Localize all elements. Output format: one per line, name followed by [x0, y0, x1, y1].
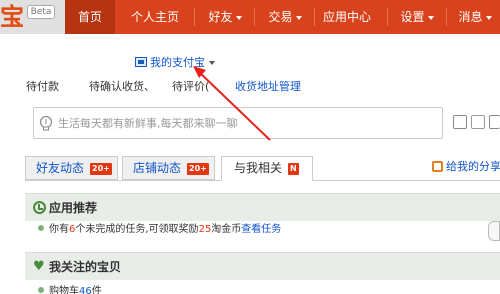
status-input-placeholder[interactable]: 生活每天都有新鲜事,每天都来聊一聊 [58, 117, 238, 131]
tab-related-to-me-label: 与我相关 [234, 161, 283, 175]
task-prefix: 你有 [49, 224, 69, 235]
pending-receipt-link[interactable]: 待确认收货、 [89, 80, 155, 94]
nav-messages[interactable]: 消息 [450, 0, 500, 34]
reward-amount: 25 [198, 224, 212, 235]
chevron-down-icon [235, 15, 242, 20]
nav-divider [446, 8, 447, 26]
nav-divider [254, 8, 255, 26]
taobao-logo[interactable]: 宝 [0, 0, 26, 34]
bullet-icon [38, 287, 44, 293]
followed-items-title: 我关注的宝贝 [49, 260, 122, 274]
nav-divider [194, 8, 195, 26]
nav-app-center-label: 应用中心 [322, 10, 371, 24]
friend-feed-count-badge: 20+ [90, 163, 112, 175]
chevron-down-icon [295, 15, 302, 20]
main-nav: 首页 个人主页 好友 交易 应用中心 设置 消息 [65, 0, 500, 34]
my-alipay-label: 我的支付宝 [150, 56, 205, 69]
shop-feed-count-badge: 20+ [187, 163, 209, 175]
related-new-badge: N [288, 163, 299, 175]
shared-with-me-link[interactable]: 给我的分享 [432, 159, 500, 175]
nav-app-center[interactable]: 应用中心 [317, 0, 377, 34]
view-tasks-link[interactable]: 查看任务 [241, 224, 281, 235]
cart-prefix: 购物车 [49, 286, 79, 294]
pending-payment-link[interactable]: 待付款 [26, 80, 59, 94]
share-icon [432, 161, 443, 172]
status-update-box[interactable]: 生活每天都有新鲜事,每天都来聊一聊 [33, 107, 443, 139]
reward-suffix: 淘金币 [211, 224, 242, 235]
nav-divider [314, 8, 315, 26]
nav-friends[interactable]: 好友 [198, 0, 252, 34]
chevron-down-icon [485, 15, 492, 20]
nav-trade[interactable]: 交易 [258, 0, 312, 34]
tab-shop-feed-label: 店铺动态 [133, 161, 182, 175]
annotation-arrow [193, 66, 271, 141]
media-icon[interactable] [453, 115, 467, 129]
shared-with-me-label: 给我的分享 [446, 160, 500, 173]
nav-friends-label: 好友 [208, 10, 233, 24]
cart-count[interactable]: 46 [79, 286, 92, 294]
followed-items-header: ♥ 我关注的宝贝 [25, 252, 500, 280]
lightbulb-icon [39, 115, 53, 131]
nav-messages-label: 消息 [458, 10, 483, 24]
tab-shop-feed[interactable]: 店铺动态 20+ [122, 156, 215, 180]
cart-summary: 购物车46件 [38, 285, 102, 294]
more-icon[interactable] [489, 115, 500, 129]
tab-friend-feed-label: 好友动态 [36, 161, 85, 175]
nav-settings-label: 设置 [400, 10, 425, 24]
gift-icon[interactable] [471, 115, 485, 129]
beta-badge: Beta [27, 5, 55, 19]
nav-divider [387, 8, 388, 26]
my-alipay-link[interactable]: 我的支付宝 [135, 56, 215, 70]
nav-home[interactable]: 首页 [65, 0, 115, 34]
task-middle: 个未完成的任务,可领取奖励 [75, 224, 199, 235]
side-scroll-handle[interactable] [488, 221, 500, 241]
tab-related-to-me[interactable]: 与我相关 N [221, 156, 313, 181]
heart-icon: ♥ [33, 259, 45, 274]
nav-profile-label: 个人主页 [130, 10, 179, 24]
chevron-down-icon [209, 61, 215, 65]
alipay-icon [135, 57, 147, 67]
bullet-icon [38, 225, 44, 231]
cart-suffix: 件 [91, 286, 102, 294]
nav-trade-label: 交易 [268, 10, 293, 24]
nav-settings[interactable]: 设置 [392, 0, 442, 34]
nav-profile[interactable]: 个人主页 [117, 0, 193, 34]
task-reminder: 你有6个未完成的任务,可领取奖励25淘金币查看任务 [38, 223, 281, 237]
clock-icon [33, 201, 46, 214]
tab-friend-feed[interactable]: 好友动态 20+ [25, 156, 118, 180]
chevron-down-icon [427, 15, 434, 20]
nav-home-label: 首页 [77, 10, 102, 24]
address-manage-link[interactable]: 收货地址管理 [235, 80, 301, 94]
pending-review-link[interactable]: 待评价( [172, 80, 209, 94]
top-header: 宝 Beta 首页 个人主页 好友 交易 应用中心 设置 消息 [0, 0, 500, 34]
app-recommend-title: 应用推荐 [49, 201, 98, 215]
app-recommend-header: 应用推荐 [25, 193, 500, 221]
